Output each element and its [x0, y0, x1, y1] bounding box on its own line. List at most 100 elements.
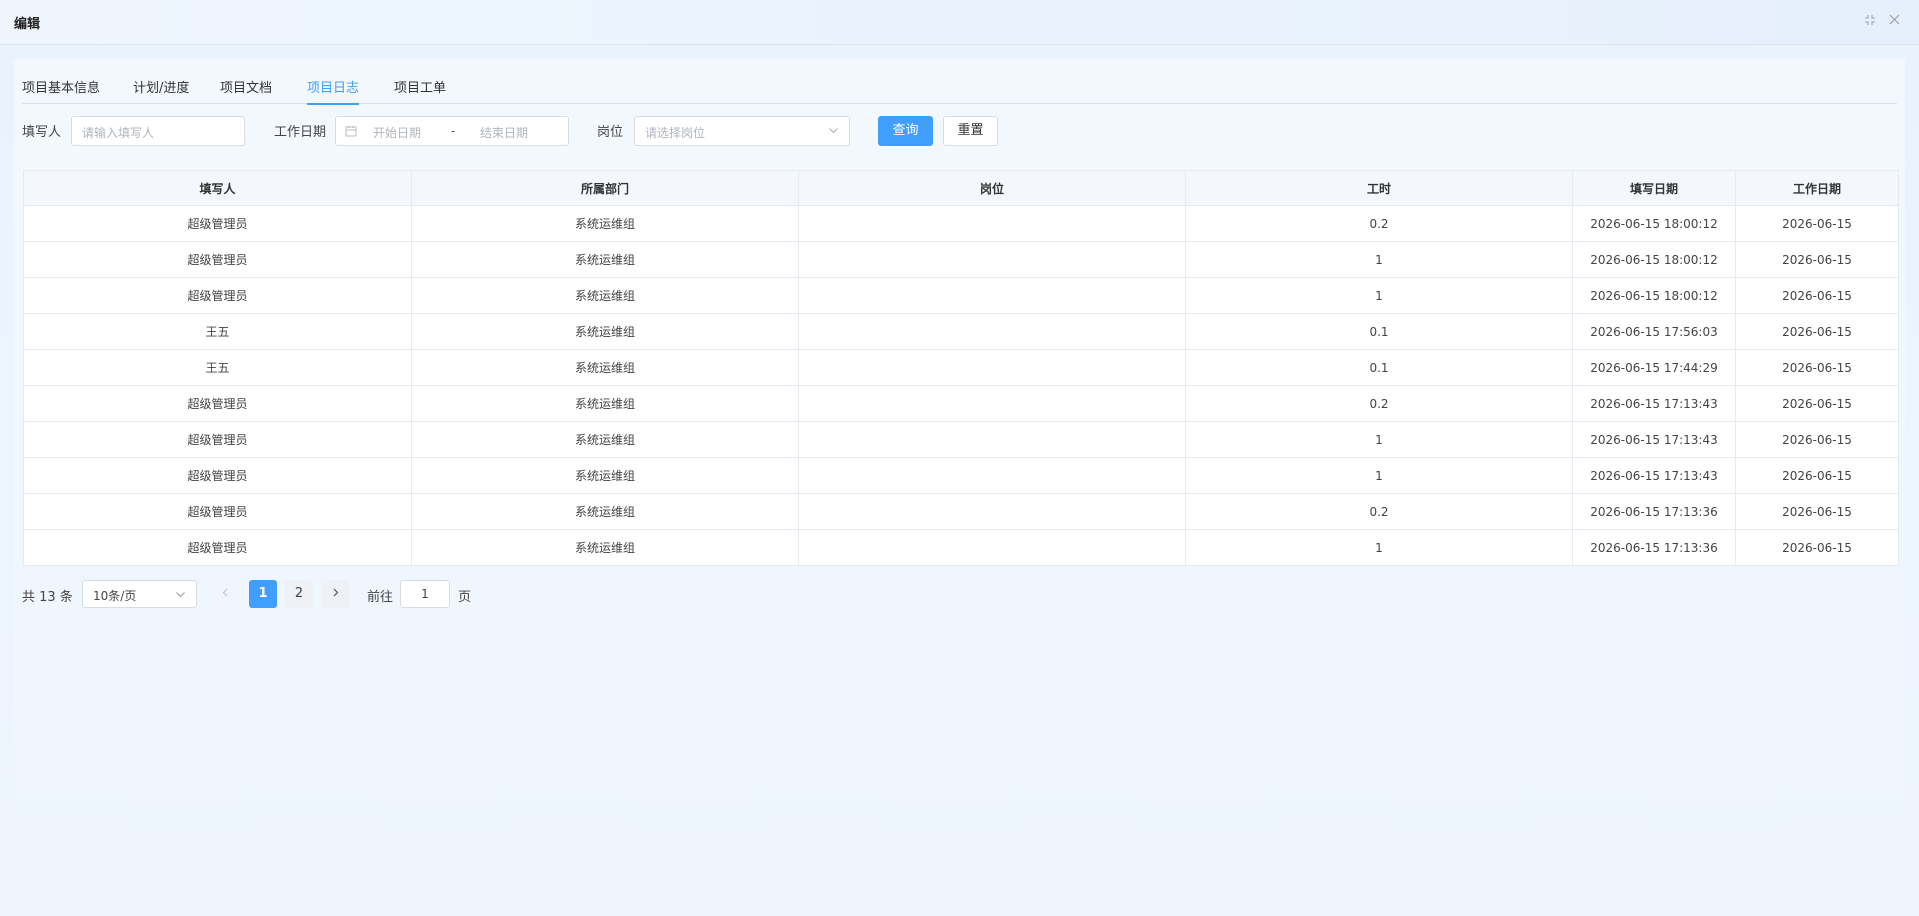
column-header: 所属部门: [411, 170, 799, 206]
table-cell: 2026-06-15 17:13:36: [1572, 493, 1736, 530]
table-cell: 2026-06-15 18:00:12: [1572, 205, 1736, 242]
table-cell: 0.1: [1185, 349, 1573, 386]
table-cell: 王五: [23, 349, 412, 386]
table-cell: 系统运维组: [411, 205, 799, 242]
table-cell: 王五: [23, 313, 412, 350]
table-cell: [798, 313, 1186, 350]
position-placeholder: 请选择岗位: [645, 126, 706, 140]
table-cell: 2026-06-15: [1735, 313, 1899, 350]
table-cell: 2026-06-15: [1735, 457, 1899, 494]
calendar-icon: [345, 125, 357, 140]
table-row[interactable]: 超级管理员 系统运维组 0.2 2026-06-15 17:13:43 2026-06-…: [23, 385, 1899, 422]
table-cell: [798, 277, 1186, 314]
tab-plan-progress[interactable]: 计划/进度: [133, 77, 189, 104]
prev-page-button[interactable]: [211, 580, 239, 608]
table-cell: 系统运维组: [411, 457, 799, 494]
dialog-header: 编辑: [0, 0, 1919, 45]
goto-prefix: 前往: [367, 590, 394, 605]
dialog-title: 编辑: [14, 17, 41, 32]
table-cell: 1: [1185, 529, 1573, 566]
position-label: 岗位: [597, 125, 624, 140]
table-row[interactable]: 超级管理员 系统运维组 1 2026-06-15 17:13:36 2026-06-15: [23, 529, 1899, 566]
table-cell: 超级管理员: [23, 421, 412, 458]
table-cell: 2026-06-15 17:13:43: [1572, 421, 1736, 458]
table-cell: 系统运维组: [411, 241, 799, 278]
table-cell: 1: [1185, 241, 1573, 278]
table-cell: 超级管理员: [23, 385, 412, 422]
page-2-button[interactable]: 2: [285, 580, 313, 608]
query-button[interactable]: 查询: [878, 116, 933, 146]
table-cell: 系统运维组: [411, 277, 799, 314]
goto-page-input[interactable]: 1: [400, 580, 450, 608]
close-icon[interactable]: [1886, 14, 1902, 30]
table-cell: 0.2: [1185, 385, 1573, 422]
table-cell: [798, 529, 1186, 566]
next-page-button[interactable]: [321, 580, 349, 608]
table-row[interactable]: 超级管理员 系统运维组 0.2 2026-06-15 18:00:12 2026-06-…: [23, 205, 1899, 242]
table-row[interactable]: 王五 系统运维组 0.1 2026-06-15 17:56:03 2026-06-15: [23, 313, 1899, 350]
position-select[interactable]: 请选择岗位: [634, 116, 850, 146]
table-cell: 0.1: [1185, 313, 1573, 350]
reset-button[interactable]: 重置: [943, 116, 998, 146]
page-size-select[interactable]: 10条/页: [82, 580, 197, 608]
table-cell: 系统运维组: [411, 421, 799, 458]
start-date-placeholder[interactable]: 开始日期: [373, 124, 421, 141]
goto-page-value: 1: [421, 587, 429, 601]
table-cell: 系统运维组: [411, 529, 799, 566]
chevron-down-icon: [175, 589, 186, 603]
page-1-button[interactable]: 1: [249, 580, 277, 608]
tab-work-orders[interactable]: 项目工单: [394, 77, 446, 104]
table-cell: 2026-06-15 18:00:12: [1572, 277, 1736, 314]
column-header: 填写人: [23, 170, 412, 206]
table-row[interactable]: 超级管理员 系统运维组 1 2026-06-15 17:13:43 2026-06-15: [23, 457, 1899, 494]
table-row[interactable]: 超级管理员 系统运维组 1 2026-06-15 17:13:43 2026-06-15: [23, 421, 1899, 458]
table-cell: 2026-06-15: [1735, 277, 1899, 314]
table-row[interactable]: 超级管理员 系统运维组 1 2026-06-15 18:00:12 2026-06-15: [23, 277, 1899, 314]
table-row[interactable]: 超级管理员 系统运维组 1 2026-06-15 18:00:12 2026-06-15: [23, 241, 1899, 278]
table-cell: 2026-06-15 18:00:12: [1572, 241, 1736, 278]
table-cell: 0.2: [1185, 493, 1573, 530]
writer-input[interactable]: 请输入填写人: [71, 116, 245, 146]
table-cell: 2026-06-15: [1735, 529, 1899, 566]
table-cell: 系统运维组: [411, 349, 799, 386]
column-header: 工作日期: [1735, 170, 1899, 206]
table-cell: 2026-06-15 17:44:29: [1572, 349, 1736, 386]
table-cell: [798, 349, 1186, 386]
chevron-right-icon: [331, 586, 340, 601]
table-cell: 1: [1185, 277, 1573, 314]
tab-project-log[interactable]: 项目日志: [307, 77, 360, 105]
chevron-down-icon: [828, 125, 839, 139]
writer-label: 填写人: [22, 125, 62, 140]
table-cell: [798, 205, 1186, 242]
end-date-placeholder[interactable]: 结束日期: [480, 124, 528, 141]
table-cell: 系统运维组: [411, 313, 799, 350]
date-range-picker[interactable]: 开始日期 - 结束日期: [335, 116, 569, 146]
table-cell: 超级管理员: [23, 457, 412, 494]
table-cell: 2026-06-15 17:56:03: [1572, 313, 1736, 350]
table-cell: [798, 493, 1186, 530]
table-cell: [798, 457, 1186, 494]
table-row[interactable]: 超级管理员 系统运维组 0.2 2026-06-15 17:13:36 2026-06-…: [23, 493, 1899, 530]
chevron-left-icon: [221, 586, 230, 601]
table-cell: 2026-06-15 17:13:43: [1572, 457, 1736, 494]
table-cell: 2026-06-15: [1735, 385, 1899, 422]
table-cell: 2026-06-15: [1735, 349, 1899, 386]
tab-bar: 项目基本信息 计划/进度 项目文档 项目日志 项目工单: [22, 59, 1897, 105]
tab-basic-info[interactable]: 项目基本信息: [22, 77, 100, 104]
tab-project-docs[interactable]: 项目文档: [220, 77, 272, 104]
table-cell: [798, 421, 1186, 458]
column-header: 工时: [1185, 170, 1573, 206]
shrink-icon[interactable]: [1862, 14, 1878, 30]
range-separator: -: [451, 124, 456, 138]
table-cell: 0.2: [1185, 205, 1573, 242]
table-header-row: 填写人 所属部门 岗位 工时 填写日期 工作日期: [23, 170, 1899, 206]
table-cell: 超级管理员: [23, 277, 412, 314]
table-cell: 超级管理员: [23, 493, 412, 530]
table-cell: 2026-06-15 17:13:43: [1572, 385, 1736, 422]
total-count: 共 13 条: [22, 590, 73, 605]
log-table: 填写人 所属部门 岗位 工时 填写日期 工作日期 超级管理员 系统运维组 0.2 2026-06…: [23, 170, 1899, 566]
table-row[interactable]: 王五 系统运维组 0.1 2026-06-15 17:44:29 2026-06-15: [23, 349, 1899, 386]
table-cell: 1: [1185, 421, 1573, 458]
table-cell: 超级管理员: [23, 205, 412, 242]
table-cell: [798, 241, 1186, 278]
